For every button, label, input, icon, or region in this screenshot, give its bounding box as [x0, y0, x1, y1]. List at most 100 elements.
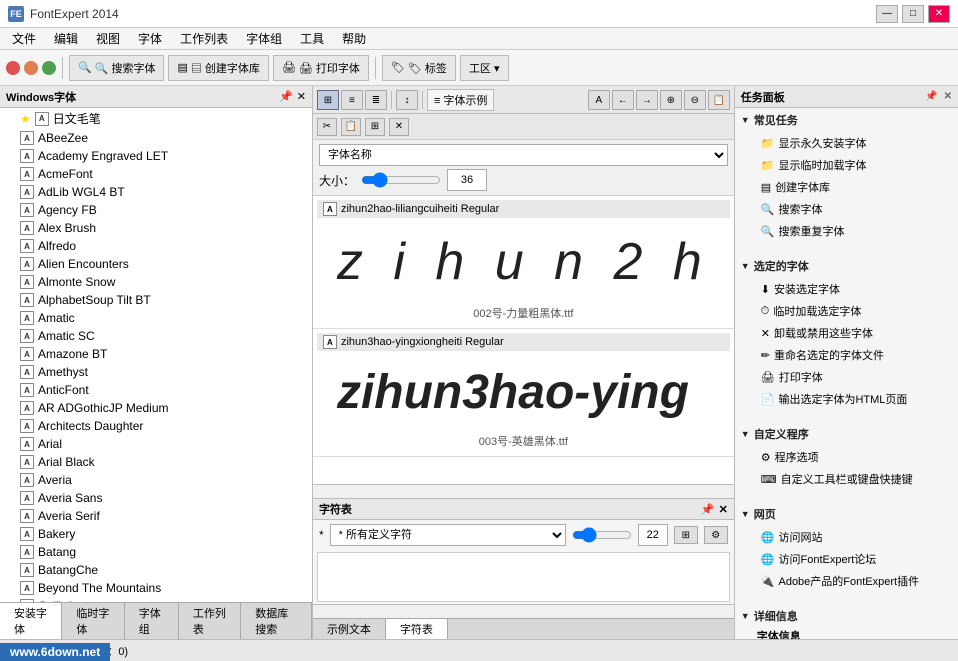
- menu-edit[interactable]: 编辑: [46, 28, 86, 49]
- copy-button[interactable]: 📋: [341, 118, 361, 136]
- custom-program-title[interactable]: 自定义程序: [741, 426, 952, 442]
- task-search-font[interactable]: 🔍 搜索字体: [741, 198, 952, 220]
- task-show-installed[interactable]: 📁 显示永久安装字体: [741, 132, 952, 154]
- char-grid-toggle-btn[interactable]: ⊞: [674, 526, 698, 544]
- web-title[interactable]: 网页: [741, 506, 952, 522]
- tab-worklist[interactable]: 工作列表: [179, 603, 241, 639]
- tab-db-search[interactable]: 数据库搜索: [241, 603, 312, 639]
- char-panel-close-icon[interactable]: ✕: [719, 503, 728, 516]
- list-item[interactable]: A Batang: [0, 543, 312, 561]
- list-item[interactable]: A Averia Sans: [0, 489, 312, 507]
- tab-sample-text[interactable]: 示例文本: [313, 619, 386, 639]
- list-item[interactable]: A AdLib WGL4 BT: [0, 183, 312, 201]
- font-size-input[interactable]: [447, 169, 487, 191]
- close-panel-icon[interactable]: ✕: [297, 90, 306, 103]
- task-load-temp[interactable]: ⏱ 临时加载选定字体: [741, 300, 952, 322]
- menu-file[interactable]: 文件: [4, 28, 44, 49]
- menu-tools[interactable]: 工具: [292, 28, 332, 49]
- list-item[interactable]: A Amazone BT: [0, 345, 312, 363]
- right-panel-close-icon[interactable]: ✕: [944, 91, 952, 102]
- char-size-slider[interactable]: [572, 527, 632, 543]
- preview-next-btn[interactable]: →: [636, 90, 658, 110]
- delete-button[interactable]: ✕: [389, 118, 409, 136]
- list-item[interactable]: A ABeeZee: [0, 129, 312, 147]
- list-item[interactable]: A Amatic SC: [0, 327, 312, 345]
- view-mode-list-btn[interactable]: ≡: [341, 90, 363, 110]
- common-tasks-title[interactable]: 常见任务: [741, 112, 952, 128]
- close-button[interactable]: ✕: [928, 5, 950, 23]
- minimize-button[interactable]: —: [876, 5, 898, 23]
- list-item[interactable]: A Averia: [0, 471, 312, 489]
- task-adobe-plugin[interactable]: 🔌 Adobe产品的FontExpert插件: [741, 570, 952, 592]
- list-item[interactable]: A AR ADGothicJP Medium: [0, 399, 312, 417]
- preview-copy-btn[interactable]: 📋: [708, 90, 730, 110]
- maximize-button[interactable]: □: [902, 5, 924, 23]
- char-panel-pin-icon[interactable]: 📌: [701, 503, 715, 516]
- tab-temp-fonts[interactable]: 临时字体: [62, 603, 124, 639]
- preview-large-A-btn[interactable]: A: [588, 90, 610, 110]
- list-item[interactable]: A Averia Serif: [0, 507, 312, 525]
- task-program-options[interactable]: ⚙ 程序选项: [741, 446, 952, 468]
- list-item[interactable]: A Alien Encounters: [0, 255, 312, 273]
- preview-zoom-out-btn[interactable]: ⊖: [684, 90, 706, 110]
- task-rename[interactable]: ✏ 重命名选定的字体文件: [741, 344, 952, 366]
- list-item[interactable]: A Arial: [0, 435, 312, 453]
- menu-view[interactable]: 视图: [88, 28, 128, 49]
- task-show-temp[interactable]: 📁 显示临时加载字体: [741, 154, 952, 176]
- char-h-scrollbar[interactable]: [313, 604, 734, 618]
- tab-font-group[interactable]: 字体组: [125, 603, 179, 639]
- view-mode-grid-btn[interactable]: ⊞: [317, 90, 339, 110]
- preview-zoom-in-btn[interactable]: ⊕: [660, 90, 682, 110]
- list-item[interactable]: A Almonte Snow: [0, 273, 312, 291]
- sort-btn[interactable]: ↕: [396, 90, 418, 110]
- create-library-button[interactable]: ▤ ▤ 创建字体库: [168, 55, 268, 81]
- view-mode-detail-btn[interactable]: ≣: [365, 90, 387, 110]
- selected-font-title[interactable]: 选定的字体: [741, 258, 952, 274]
- list-item[interactable]: A AnticFont: [0, 381, 312, 399]
- search-font-button[interactable]: 🔍 🔍 搜索字体: [69, 55, 164, 81]
- task-visit-forum[interactable]: 🌐 访问FontExpert论坛: [741, 548, 952, 570]
- list-item[interactable]: A Academy Engraved LET: [0, 147, 312, 165]
- workspace-button[interactable]: 工区 ▾: [460, 55, 509, 81]
- list-item[interactable]: A AcmeFont: [0, 165, 312, 183]
- list-item[interactable]: A BatangChe: [0, 561, 312, 579]
- task-create-lib[interactable]: ▤ 创建字体库: [741, 176, 952, 198]
- font-size-slider[interactable]: [361, 172, 441, 188]
- paste-button[interactable]: ⊞: [365, 118, 385, 136]
- font-item-starred[interactable]: ★ A 日文毛笔: [0, 108, 312, 129]
- task-install-selected[interactable]: ⬇ 安装选定字体: [741, 278, 952, 300]
- right-panel-pin-icon[interactable]: 📌: [925, 91, 937, 102]
- list-item[interactable]: A AlphabetSoup Tilt BT: [0, 291, 312, 309]
- print-font-button[interactable]: 🖨 🖨 打印字体: [273, 55, 369, 81]
- list-item[interactable]: A Alex Brush: [0, 219, 312, 237]
- menu-worklist[interactable]: 工作列表: [172, 28, 236, 49]
- task-visit-site[interactable]: 🌐 访问网站: [741, 526, 952, 548]
- font-name-select[interactable]: 字体名称: [319, 144, 728, 166]
- list-item[interactable]: A Alfredo: [0, 237, 312, 255]
- list-item[interactable]: A Architects Daughter: [0, 417, 312, 435]
- task-search-dup[interactable]: 🔍 搜索重复字体: [741, 220, 952, 242]
- pin-icon[interactable]: 📌: [279, 90, 293, 103]
- list-item[interactable]: A Agency FB: [0, 201, 312, 219]
- tags-button[interactable]: 🏷 🏷 标签: [382, 55, 456, 81]
- task-custom-toolbar[interactable]: ⌨ 自定义工具栏或键盘快捷键: [741, 468, 952, 490]
- menu-help[interactable]: 帮助: [334, 28, 374, 49]
- menu-font[interactable]: 字体: [130, 28, 170, 49]
- tab-installed-fonts[interactable]: 安装字体: [0, 603, 62, 639]
- list-item[interactable]: A Bakery: [0, 525, 312, 543]
- char-type-select[interactable]: * 所有定义字符: [330, 524, 566, 546]
- list-item[interactable]: A Arial Black: [0, 453, 312, 471]
- list-item[interactable]: A Beyond The Mountains: [0, 579, 312, 597]
- menu-fontgroup[interactable]: 字体组: [238, 28, 290, 49]
- tab-char-table[interactable]: 字符表: [386, 619, 448, 639]
- list-item[interactable]: A Amatic: [0, 309, 312, 327]
- cut-button[interactable]: ✂: [317, 118, 337, 136]
- preview-h-scrollbar[interactable]: [313, 484, 734, 498]
- task-export-html[interactable]: 📄 输出选定字体为HTML页面: [741, 388, 952, 410]
- char-settings-btn[interactable]: ⚙: [704, 526, 728, 544]
- task-uninstall[interactable]: ✕ 卸载或禁用这些字体: [741, 322, 952, 344]
- task-print[interactable]: 🖨 打印字体: [741, 366, 952, 388]
- char-size-input[interactable]: [638, 524, 668, 546]
- preview-prev-btn[interactable]: ←: [612, 90, 634, 110]
- list-item[interactable]: A Amethyst: [0, 363, 312, 381]
